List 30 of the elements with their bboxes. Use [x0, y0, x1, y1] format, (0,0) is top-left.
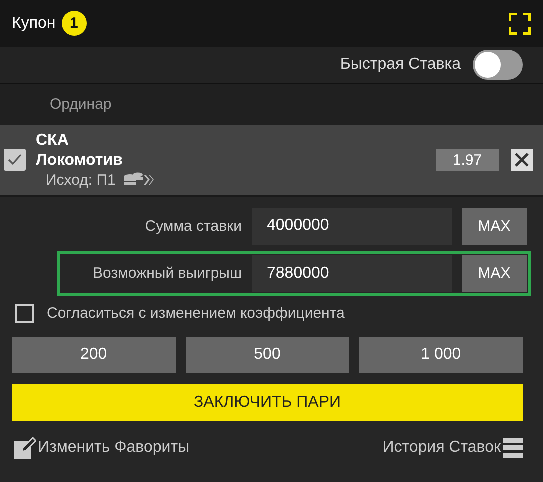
outcome-label: Исход: П1	[46, 172, 116, 188]
team-name: Локомотив	[36, 152, 124, 170]
amount-field[interactable]: 4000000	[252, 208, 452, 244]
count-badge: 1	[62, 11, 87, 36]
team-name: СКА	[36, 132, 70, 150]
bet-type-label: Ординар	[50, 96, 112, 113]
max-button[interactable]: MAX	[462, 208, 527, 244]
fullscreen-icon[interactable]	[509, 12, 531, 34]
amount-button[interactable]: 200	[12, 337, 176, 373]
edit-icon	[14, 437, 36, 459]
history-link[interactable]: История Ставок	[382, 437, 523, 459]
coupon-title: Купон	[12, 14, 56, 32]
stake-label: Сумма ставки	[144, 218, 243, 234]
favorites-link[interactable]: Изменить Фавориты	[14, 437, 190, 459]
accept-checkbox[interactable]	[15, 304, 34, 323]
menu-icon	[503, 437, 523, 459]
odds-value: 1.97	[436, 149, 499, 171]
stake-label: Возможный выигрыш	[92, 265, 243, 282]
amount-button[interactable]: 500	[186, 337, 350, 373]
max-button[interactable]: MAX	[462, 255, 527, 292]
checkmark-icon	[8, 154, 22, 166]
place-bet-button[interactable]: ЗАКЛЮЧИТЬ ПАРИ	[12, 384, 523, 421]
bet-checkbox[interactable]	[4, 149, 26, 171]
quick-bet-toggle[interactable]	[473, 50, 523, 80]
quick-bet-label: Быстрая Ставка	[340, 56, 461, 74]
amount-button[interactable]: 1 000	[359, 337, 523, 373]
amount-field[interactable]: 7880000	[252, 255, 452, 292]
close-button[interactable]	[511, 149, 533, 171]
accept-label: Согласиться с изменением коэффициента	[47, 305, 345, 322]
coins-icon	[124, 172, 154, 188]
